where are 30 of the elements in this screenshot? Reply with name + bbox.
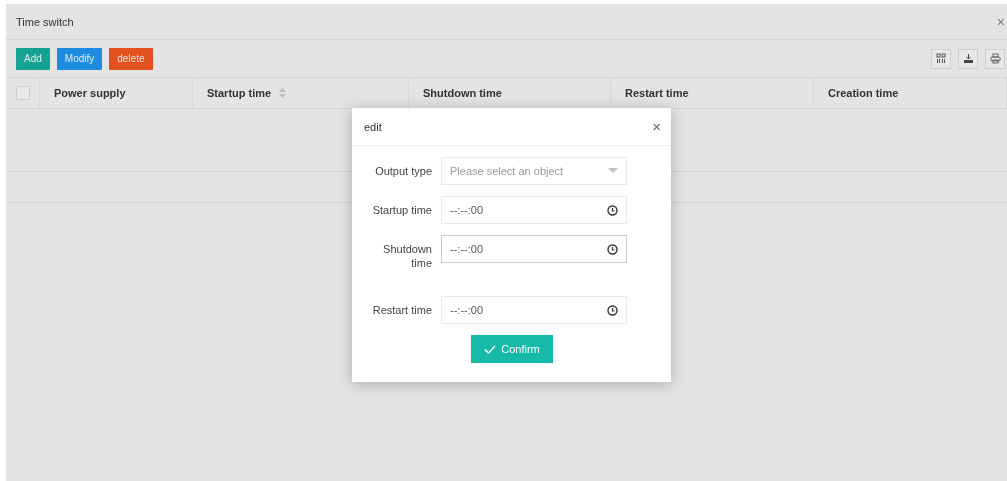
add-button[interactable]: Add (16, 47, 50, 70)
field-label: Shutdown time (382, 242, 432, 270)
column-header: Shutdown time (423, 87, 502, 99)
print-icon[interactable] (985, 48, 1005, 69)
clock-icon[interactable] (607, 243, 618, 255)
dropdown-caret-icon (608, 168, 618, 174)
dialog-title: edit (364, 120, 382, 133)
time-field[interactable]: --:--:00 (441, 296, 627, 324)
field-label: Startup time (371, 203, 432, 217)
columns-icon[interactable] (931, 48, 951, 69)
confirm-button[interactable]: Confirm (471, 335, 553, 363)
column-header: Creation time (828, 87, 899, 99)
modify-button[interactable]: Modify (56, 47, 103, 70)
field-label: Restart time (371, 303, 432, 317)
close-button[interactable]: × (652, 119, 661, 134)
clock-icon[interactable] (607, 204, 618, 216)
column-header: Startup time (207, 87, 272, 99)
time-field[interactable]: --:--:00 (441, 196, 627, 224)
column-header: Restart time (625, 87, 689, 99)
time-field[interactable]: --:--:00 (441, 235, 627, 263)
close-button[interactable]: × (994, 14, 1007, 29)
check-icon (484, 344, 497, 354)
window-title: Time switch (16, 15, 74, 28)
select-all-checkbox[interactable] (15, 86, 30, 100)
delete-button[interactable]: delete (109, 47, 153, 70)
column-header: Power supply (54, 87, 126, 99)
select-field[interactable]: Please select an object (441, 157, 627, 185)
clock-icon[interactable] (607, 304, 618, 316)
export-icon[interactable] (958, 48, 978, 69)
field-label: Output type (374, 164, 432, 178)
